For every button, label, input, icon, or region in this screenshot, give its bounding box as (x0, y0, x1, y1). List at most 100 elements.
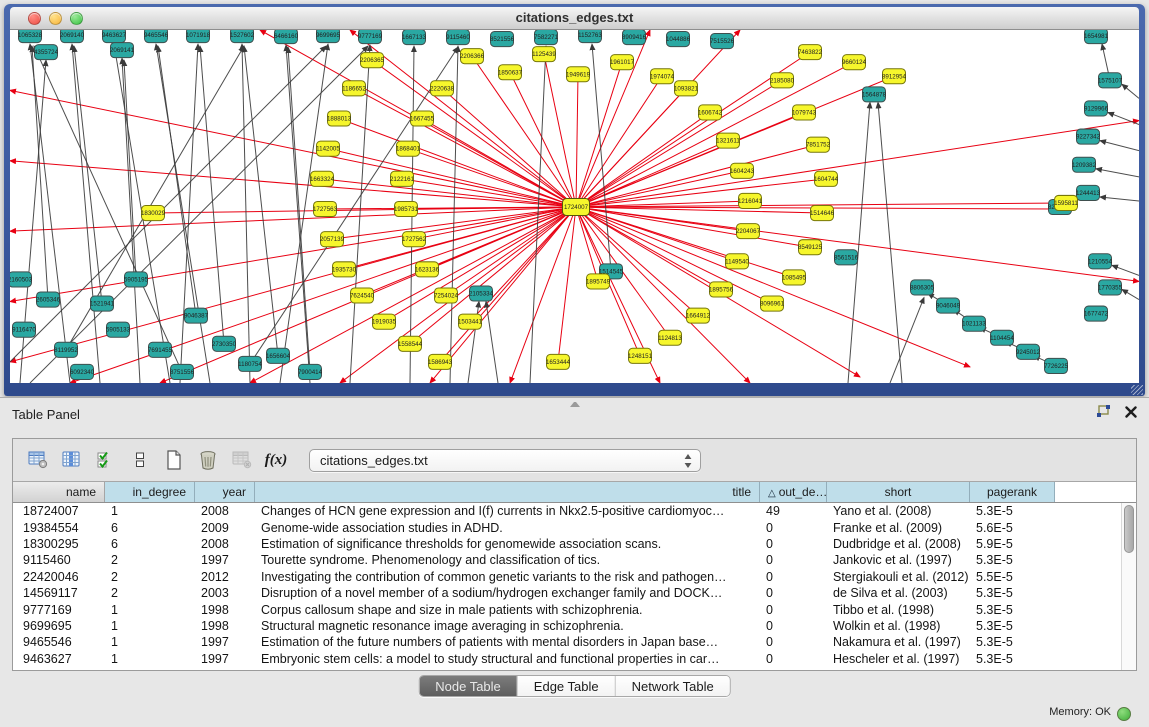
window-titlebar[interactable]: citations_edges.txt (10, 7, 1139, 30)
graph-node[interactable]: 1321611 (716, 133, 740, 148)
table-cell[interactable]: de Silva et al. (2003) (827, 585, 970, 601)
table-cell[interactable]: 5.3E-5 (970, 503, 1055, 519)
float-panel-icon[interactable] (1096, 405, 1111, 418)
tab-network-table[interactable]: Network Table (615, 676, 730, 696)
graph-node[interactable]: 1575107 (1098, 73, 1123, 88)
table-cell[interactable]: 5.3E-5 (970, 651, 1055, 667)
graph-node[interactable]: 2204067 (736, 224, 761, 239)
table-cell[interactable]: 6 (105, 536, 195, 552)
table-cell[interactable]: 2012 (195, 569, 255, 585)
table-row[interactable]: 1830029562008Estimation of significance … (13, 536, 1136, 552)
column-visibility-icon[interactable] (57, 446, 87, 474)
table-cell[interactable]: Corpus callosum shape and size in male p… (255, 602, 760, 618)
table-row[interactable]: 1872400712008Changes of HCN gene express… (13, 503, 1136, 519)
graph-node[interactable]: 1514646 (810, 205, 835, 220)
graph-node[interactable]: 8806305 (910, 280, 935, 295)
table-cell[interactable]: Tourette syndrome. Phenomenology and cla… (255, 552, 760, 568)
graph-node[interactable]: 1124813 (658, 330, 682, 345)
graph-node[interactable]: 1071918 (186, 30, 211, 43)
graph-node[interactable]: 1180754 (238, 356, 262, 371)
graph-node[interactable]: 1919035 (372, 314, 397, 329)
graph-node[interactable]: 2220638 (430, 81, 455, 96)
table-cell[interactable]: 1997 (195, 552, 255, 568)
view-mode-icon[interactable] (125, 446, 155, 474)
graph-node[interactable]: 4355724 (34, 45, 59, 60)
graph-node[interactable]: 1149540 (725, 254, 749, 269)
table-cell[interactable]: 22420046 (13, 569, 105, 585)
column-header-out_de[interactable]: △out_de… (760, 482, 827, 502)
graph-node[interactable]: 1527602 (230, 30, 255, 43)
table-cell[interactable]: 0 (760, 634, 827, 650)
graph-node[interactable]: 1667133 (402, 30, 427, 45)
table-cell[interactable]: 5.3E-5 (970, 618, 1055, 634)
graph-node[interactable]: 9777169 (358, 30, 383, 44)
graph-node[interactable]: 7254024 (434, 288, 459, 303)
column-header-short[interactable]: short (827, 482, 970, 502)
table-cell[interactable]: 1998 (195, 602, 255, 618)
graph-node[interactable]: 1653444 (546, 354, 571, 369)
tab-edge-table[interactable]: Edge Table (517, 676, 615, 696)
graph-node[interactable]: 8096961 (760, 296, 785, 311)
graph-node[interactable]: 1604744 (814, 171, 839, 186)
graph-node[interactable]: 1727563 (313, 201, 338, 216)
graph-node[interactable]: 1210554 (1088, 254, 1113, 269)
table-cell[interactable]: 9699695 (13, 618, 105, 634)
graph-node[interactable]: 2730350 (212, 336, 237, 351)
table-cell[interactable]: 2008 (195, 536, 255, 552)
graph-node[interactable]: 2069141 (110, 43, 135, 58)
graph-node[interactable]: 9046049 (936, 298, 961, 313)
network-canvas[interactable]: 1065328206914094636279465546107191815276… (10, 30, 1139, 383)
table-row[interactable]: 946362711997Embryonic stem cells: a mode… (13, 651, 1136, 667)
tab-node-table[interactable]: Node Table (419, 676, 517, 696)
graph-node[interactable]: 2069140 (60, 30, 85, 43)
table-row[interactable]: 1938455462009Genome-wide association stu… (13, 519, 1136, 535)
table-cell[interactable]: 0 (760, 552, 827, 568)
graph-node[interactable]: 1664912 (686, 308, 711, 323)
graph-node[interactable]: 7515526 (710, 34, 735, 49)
graph-node[interactable]: 1093821 (674, 81, 699, 96)
graph-node[interactable]: 1595811 (1054, 195, 1078, 210)
table-cell[interactable]: 0 (760, 618, 827, 634)
table-cell[interactable]: Embryonic stem cells: a model to study s… (255, 651, 760, 667)
graph-node[interactable]: 1868401 (396, 141, 421, 156)
graph-node[interactable]: 8912954 (882, 69, 907, 84)
table-cell[interactable]: 1998 (195, 618, 255, 634)
table-cell[interactable]: 0 (760, 536, 827, 552)
table-cell[interactable]: Yano et al. (2008) (827, 503, 970, 519)
table-cell[interactable]: 2003 (195, 585, 255, 601)
graph-node[interactable]: 6092340 (70, 364, 95, 379)
graph-node[interactable]: 7900414 (298, 364, 323, 379)
graph-node[interactable]: 1521941 (90, 296, 115, 311)
table-cell[interactable]: 18724007 (13, 503, 105, 519)
table-cell[interactable]: 0 (760, 569, 827, 585)
scrollbar-thumb[interactable] (1124, 505, 1134, 553)
table-cell[interactable]: 0 (760, 602, 827, 618)
table-cell[interactable]: 9115460 (13, 552, 105, 568)
table-cell[interactable]: 5.6E-5 (970, 520, 1055, 536)
graph-node[interactable]: 1558544 (398, 336, 423, 351)
graph-node[interactable]: 8751556 (170, 364, 195, 379)
graph-node[interactable]: 9699695 (316, 30, 341, 43)
graph-node[interactable]: 9227342 (1076, 129, 1101, 144)
graph-node[interactable]: 1677472 (1084, 306, 1109, 321)
table-cell[interactable]: 49 (760, 503, 827, 519)
graph-node[interactable]: 2122161 (390, 171, 415, 186)
graph-node[interactable]: 1021133 (962, 316, 986, 331)
graph-node[interactable]: 9245012 (1016, 344, 1041, 359)
table-cell[interactable]: 5.3E-5 (970, 585, 1055, 601)
graph-node[interactable]: 1667455 (410, 111, 435, 126)
table-row[interactable]: 969969511998Structural magnetic resonanc… (13, 618, 1136, 634)
window-resize-grip[interactable] (1131, 385, 1143, 395)
graph-node[interactable]: 1895749 (586, 274, 611, 289)
graph-node[interactable]: 1065328 (18, 30, 43, 43)
table-cell[interactable]: 9463627 (13, 651, 105, 667)
graph-node[interactable]: 8521556 (490, 32, 515, 47)
table-cell[interactable]: Changes of HCN gene expression and I(f) … (255, 503, 760, 519)
graph-node[interactable]: 1244413 (1076, 185, 1101, 200)
graph-node[interactable]: 1727562 (402, 232, 427, 247)
graph-node[interactable]: 1079743 (792, 105, 817, 120)
table-selector-dropdown[interactable]: citations_edges.txt (309, 449, 701, 472)
table-cell[interactable]: Disruption of a novel member of a sodium… (255, 585, 760, 601)
panel-resize-grip-icon[interactable] (570, 401, 580, 407)
table-row[interactable]: 1456911722003Disruption of a novel membe… (13, 585, 1136, 601)
